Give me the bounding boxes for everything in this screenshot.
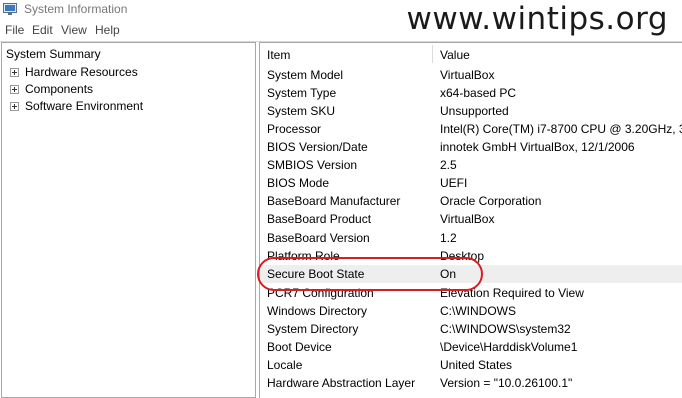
table-row[interactable]: BIOS Version/Date innotek GmbH VirtualBox… <box>260 138 682 156</box>
row-value: VirtualBox <box>440 68 495 82</box>
table-row[interactable]: Platform Role Desktop <box>260 247 682 265</box>
menu-edit[interactable]: Edit <box>32 23 53 37</box>
tree-item-label: Software Environment <box>25 99 144 113</box>
menu-help[interactable]: Help <box>95 23 120 37</box>
row-value: C:\WINDOWS\system32 <box>440 322 571 336</box>
column-header-value[interactable]: Value <box>440 48 470 62</box>
table-row[interactable]: PCR7 Configuration Elevation Required to … <box>260 284 682 302</box>
row-value: 2.5 <box>440 158 457 172</box>
table-row[interactable]: Windows Directory C:\WINDOWS <box>260 302 682 320</box>
row-item: BaseBoard Product <box>267 212 372 226</box>
row-item: BaseBoard Manufacturer <box>267 194 401 208</box>
row-value: x64-based PC <box>440 86 517 100</box>
table-row[interactable]: Processor Intel(R) Core(TM) i7-8700 CPU @… <box>260 120 682 138</box>
row-item: Locale <box>267 358 303 372</box>
row-item: System SKU <box>267 104 336 118</box>
row-value: Elevation Required to View <box>440 286 584 300</box>
table-row[interactable]: System Type x64-based PC <box>260 84 682 102</box>
row-value: VirtualBox <box>440 212 495 226</box>
row-value: Desktop <box>440 249 485 263</box>
table-row[interactable]: BIOS Mode UEFI <box>260 174 682 192</box>
expand-plus-icon[interactable] <box>10 85 19 94</box>
row-value: \Device\HarddiskVolume1 <box>440 340 578 354</box>
row-item: Hardware Abstraction Layer <box>267 376 416 390</box>
row-value: On <box>440 267 457 281</box>
row-value: Intel(R) Core(TM) i7-8700 CPU @ 3.20GHz,… <box>440 122 682 136</box>
table-row[interactable]: SMBIOS Version 2.5 <box>260 156 682 174</box>
table-row[interactable]: Locale United States <box>260 356 682 374</box>
details-table[interactable]: Item Value System Model VirtualBox System… <box>259 42 682 398</box>
tree-item-label: Components <box>25 82 94 96</box>
menu-bar: File Edit View Help <box>0 20 420 40</box>
table-row[interactable]: BaseBoard Manufacturer Oracle Corporation <box>260 192 682 210</box>
column-divider[interactable] <box>432 45 433 63</box>
row-value: Oracle Corporation <box>440 194 542 208</box>
table-row[interactable]: BaseBoard Version 1.2 <box>260 229 682 247</box>
row-value: Unsupported <box>440 104 509 118</box>
row-value: UEFI <box>440 176 468 190</box>
row-value: C:\WINDOWS <box>440 304 516 318</box>
row-value: United States <box>440 358 513 372</box>
row-item: BIOS Mode <box>267 176 330 190</box>
menu-view[interactable]: View <box>61 23 87 37</box>
table-row[interactable]: System Directory C:\WINDOWS\system32 <box>260 320 682 338</box>
row-item: Windows Directory <box>267 304 368 318</box>
menu-file[interactable]: File <box>5 23 24 37</box>
row-item: Boot Device <box>267 340 332 354</box>
row-item: BIOS Version/Date <box>267 140 368 154</box>
row-item: System Directory <box>267 322 359 336</box>
row-item: Processor <box>267 122 322 136</box>
tree-item-label: Hardware Resources <box>25 65 138 79</box>
row-value: 1.2 <box>440 231 457 245</box>
expand-plus-icon[interactable] <box>10 68 19 77</box>
table-row-selected[interactable]: Secure Boot State On <box>260 265 682 283</box>
tree-item-system-summary[interactable]: System Summary <box>6 47 101 61</box>
table-row[interactable]: System Model VirtualBox <box>260 66 682 84</box>
row-value: Version = "10.0.26100.1" <box>440 376 573 390</box>
table-header: Item Value <box>260 43 682 65</box>
row-item: Platform Role <box>267 249 340 263</box>
row-item: BaseBoard Version <box>267 231 370 245</box>
table-row[interactable]: BaseBoard Product VirtualBox <box>260 210 682 228</box>
category-tree[interactable]: System Summary Hardware Resources Compon… <box>1 42 256 398</box>
title-bar: System Information www.wintips.org <box>0 0 682 37</box>
expand-plus-icon[interactable] <box>10 102 19 111</box>
row-item: SMBIOS Version <box>267 158 358 172</box>
row-item: PCR7 Configuration <box>267 286 374 300</box>
table-row[interactable]: System SKU Unsupported <box>260 102 682 120</box>
table-row[interactable]: Boot Device \Device\HarddiskVolume1 <box>260 338 682 356</box>
row-item: Secure Boot State <box>267 267 365 281</box>
table-row[interactable]: Hardware Abstraction Layer Version = "10.… <box>260 374 682 392</box>
column-header-item[interactable]: Item <box>267 48 290 62</box>
window-title: System Information <box>24 2 128 16</box>
row-item: System Model <box>267 68 344 82</box>
system-information-app-icon <box>3 3 17 15</box>
watermark: www.wintips.org <box>406 1 668 37</box>
row-item: System Type <box>267 86 337 100</box>
row-value: innotek GmbH VirtualBox, 12/1/2006 <box>440 140 635 154</box>
